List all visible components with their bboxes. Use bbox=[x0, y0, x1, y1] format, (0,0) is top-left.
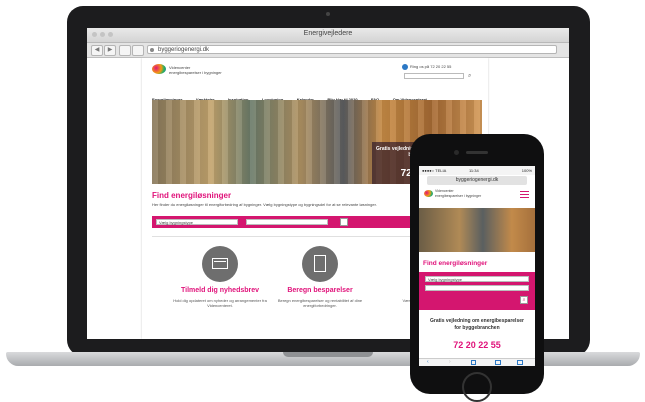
phone-building-part-select[interactable] bbox=[425, 285, 529, 291]
hamburger-menu-icon[interactable] bbox=[520, 191, 529, 198]
back-icon[interactable]: ‹ bbox=[427, 359, 429, 365]
newsletter-title[interactable]: Tilmeld dig nyhedsbrev bbox=[162, 287, 278, 294]
calculator-title[interactable]: Beregn besparelser bbox=[262, 287, 378, 294]
top-contact[interactable]: Ring os på 72 20 22 55 bbox=[410, 64, 451, 69]
window-titlebar: Energivejledere bbox=[87, 28, 569, 43]
phone-hero-image bbox=[419, 208, 535, 252]
find-title: Find energiløsninger bbox=[152, 191, 232, 200]
phone-find-section: Vælg bygningstype ⌕ bbox=[419, 272, 535, 310]
window-title: Energivejledere bbox=[303, 30, 353, 37]
share-icon[interactable] bbox=[471, 360, 476, 365]
clock: 11:34 bbox=[469, 168, 479, 173]
back-button[interactable]: ◀ bbox=[91, 45, 103, 56]
calculator-circle[interactable] bbox=[302, 246, 338, 282]
phone-cta-phone[interactable]: 72 20 22 55 bbox=[419, 340, 535, 350]
phone-logo-line-2: energibesparelser i bygninger bbox=[435, 194, 482, 198]
tabs-icon[interactable] bbox=[517, 360, 523, 365]
calculator-desc: Beregn energibesparelser og rentabilitet… bbox=[277, 298, 363, 308]
sidebar-button[interactable] bbox=[119, 45, 131, 56]
home-button[interactable] bbox=[462, 372, 492, 402]
forward-icon[interactable]: › bbox=[449, 359, 451, 365]
address-bar[interactable]: byggeriogenergi.dk bbox=[147, 45, 557, 54]
camera-icon bbox=[326, 12, 330, 16]
newsletter-circle[interactable] bbox=[202, 246, 238, 282]
search-icon[interactable]: ⌕ bbox=[468, 73, 471, 80]
browser-toolbar: ◀ ▶ byggeriogenergi.dk bbox=[87, 43, 569, 58]
share-button[interactable] bbox=[132, 45, 144, 56]
carrier: ●●●●○ TELIA bbox=[422, 168, 447, 173]
forward-button[interactable]: ▶ bbox=[104, 45, 116, 56]
book-icon[interactable] bbox=[495, 360, 501, 365]
phone-search-icon[interactable]: ⌕ bbox=[520, 296, 528, 304]
phone-building-type-select[interactable]: Vælg bygningstype bbox=[425, 276, 529, 282]
logo-line-2: energibesparelser i bygninger bbox=[169, 70, 222, 75]
phone-find-title: Find energiløsninger bbox=[423, 260, 488, 267]
envelope-flap bbox=[214, 254, 226, 262]
phone-bottom-bar: ‹ › bbox=[419, 358, 535, 366]
phone-icon bbox=[402, 64, 408, 70]
newsletter-desc: Hold dig opdateret om nyheder og arrange… bbox=[173, 298, 267, 308]
calculator-icon bbox=[314, 255, 326, 272]
laptop-notch bbox=[283, 352, 373, 357]
phone-camera-icon bbox=[454, 150, 459, 155]
search-input[interactable] bbox=[404, 73, 464, 79]
phone-cta-text: Gratis vejledning om energibesparelser f… bbox=[430, 318, 524, 331]
battery: 100% bbox=[521, 168, 532, 173]
phone-speaker bbox=[466, 151, 488, 154]
building-type-select[interactable]: Vælg bygningstype bbox=[156, 219, 238, 225]
globe-icon bbox=[150, 48, 154, 52]
status-bar: ●●●●○ TELIA 11:34 100% bbox=[419, 166, 535, 175]
phone-screen: ●●●●○ TELIA 11:34 100% byggeriogenergi.d… bbox=[419, 166, 535, 366]
phone-logo-icon bbox=[424, 190, 433, 197]
find-search-button[interactable] bbox=[340, 218, 348, 226]
building-part-select[interactable] bbox=[246, 219, 328, 225]
logo-mark-icon bbox=[152, 64, 166, 74]
phone-address-bar[interactable]: byggeriogenergi.dk bbox=[427, 176, 527, 185]
